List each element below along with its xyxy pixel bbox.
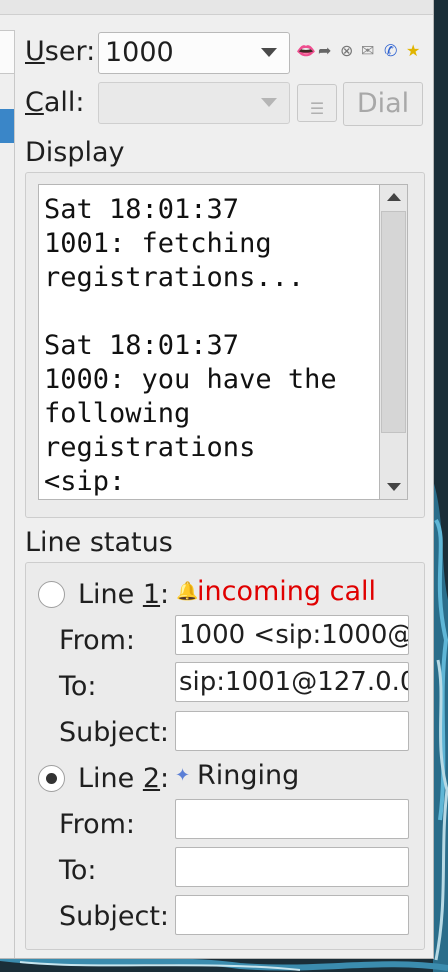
user-label: User: [25, 36, 96, 67]
chevron-down-icon [261, 48, 277, 57]
chevron-down-icon [261, 98, 277, 107]
user-select[interactable]: 1000 [98, 32, 290, 74]
line-2-subject-label: Subject: [59, 901, 170, 932]
address-book-icon: ☰ [309, 99, 325, 118]
line-1-to-label: To: [59, 671, 97, 702]
call-address-combo[interactable] [98, 82, 290, 124]
scroll-thumb[interactable] [381, 211, 406, 433]
line-1-status: incoming call [197, 576, 377, 607]
dial-button-label: Dial [356, 88, 410, 119]
line-1-from-label: From: [59, 625, 135, 656]
line-1-radio[interactable] [38, 581, 65, 608]
dial-button[interactable]: Dial [343, 82, 423, 126]
line-1-label: Line 1: [78, 579, 170, 610]
line-2-status: Ringing [197, 760, 300, 791]
line-1-from-field[interactable]: 1000 <sip:1000@127.0.0.1:5062> [175, 615, 409, 655]
line-2-from-field[interactable] [175, 799, 409, 839]
line-1-subject-field[interactable] [175, 711, 409, 751]
line-2-label: Line 2: [78, 763, 170, 794]
left-panel-tab[interactable] [0, 30, 15, 74]
scroll-down-arrow-icon[interactable] [380, 475, 407, 499]
left-panel-selection[interactable] [0, 109, 14, 143]
line-1-subject-label: Subject: [59, 717, 170, 748]
dnd-icon[interactable]: ⊗ [340, 42, 353, 60]
redirect-icon[interactable]: ➦ [318, 42, 331, 60]
message-icon[interactable]: ✉ [361, 42, 374, 60]
star-icon[interactable]: ★ [406, 42, 420, 60]
title-strip [0, 0, 433, 15]
line-2-radio[interactable] [38, 765, 65, 792]
scroll-up-arrow-icon[interactable] [380, 185, 407, 209]
call-label: Call: [25, 87, 85, 118]
display-log: Sat 18:01:37 1001: fetching registration… [44, 194, 337, 497]
main-window: User: 1000 👄 ➦ ⊗ ✉ ✆ ★ Call: ☰ Dial Disp… [0, 0, 434, 959]
line-2-to-field[interactable] [175, 847, 409, 887]
display-title: Display [25, 137, 125, 168]
line-2-from-label: From: [59, 809, 135, 840]
lips-icon[interactable]: 👄 [296, 42, 316, 60]
user-select-value: 1000 [105, 37, 174, 68]
line-status-title: Line status [25, 527, 173, 558]
phone-icon[interactable]: ✆ [384, 42, 397, 60]
display-text-area[interactable]: Sat 18:01:37 1001: fetching registration… [38, 184, 379, 500]
display-scrollbar[interactable] [379, 184, 408, 500]
address-book-button[interactable]: ☰ [297, 84, 337, 122]
ringing-icon: ✦ [175, 765, 191, 786]
bell-icon: 🔔 [176, 581, 199, 602]
left-panel-edge [0, 30, 15, 958]
line-1-to-field[interactable]: sip:1001@127.0.0.1 [175, 662, 409, 702]
line-2-to-label: To: [59, 855, 97, 886]
line-2-subject-field[interactable] [175, 895, 409, 935]
